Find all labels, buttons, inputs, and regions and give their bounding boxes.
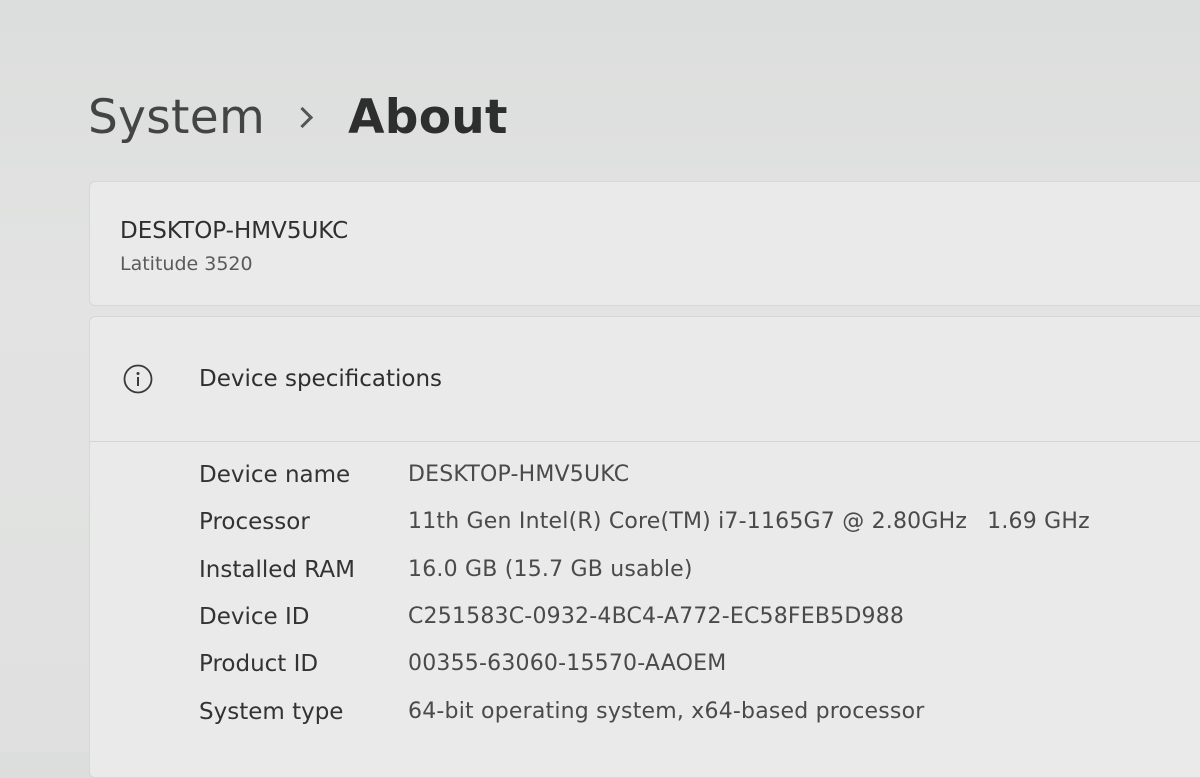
spec-label: Product ID xyxy=(199,651,319,677)
spec-label: Installed RAM xyxy=(199,557,355,583)
device-name-title: DESKTOP-HMV5UKC xyxy=(120,218,349,244)
spec-label: System type xyxy=(199,699,344,725)
spec-value[interactable]: 11th Gen Intel(R) Core(TM) i7-1165G7 @ 2… xyxy=(408,509,967,534)
spec-value[interactable]: C251583C-0932-4BC4-A772-EC58FEB5D988 xyxy=(408,604,904,629)
device-specifications-card: Device specifications Device name DESKTO… xyxy=(89,316,1200,778)
device-specifications-header[interactable]: Device specifications xyxy=(90,317,1200,442)
spec-value-frequency[interactable]: 1.69 GHz xyxy=(987,509,1090,534)
spec-label: Processor xyxy=(199,509,310,535)
info-icon xyxy=(123,364,153,394)
breadcrumb-system-link[interactable]: System xyxy=(88,90,265,145)
page-title: About xyxy=(348,89,508,145)
chevron-right-icon xyxy=(291,106,314,128)
spec-value[interactable]: 64-bit operating system, x64-based proce… xyxy=(408,699,924,724)
spec-label: Device ID xyxy=(199,604,310,630)
device-specifications-title: Device specifications xyxy=(199,366,443,392)
spec-value[interactable]: 00355-63060-15570-AAOEM xyxy=(408,651,726,676)
device-name-card: DESKTOP-HMV5UKC Latitude 3520 xyxy=(89,181,1200,306)
breadcrumb: System About xyxy=(88,82,508,152)
spec-label: Device name xyxy=(199,462,351,488)
spec-value[interactable]: 16.0 GB (15.7 GB usable) xyxy=(408,557,693,582)
spec-value-group: 11th Gen Intel(R) Core(TM) i7-1165G7 @ 2… xyxy=(408,509,1090,534)
spec-value[interactable]: DESKTOP-HMV5UKC xyxy=(408,462,629,487)
device-model: Latitude 3520 xyxy=(120,253,253,275)
